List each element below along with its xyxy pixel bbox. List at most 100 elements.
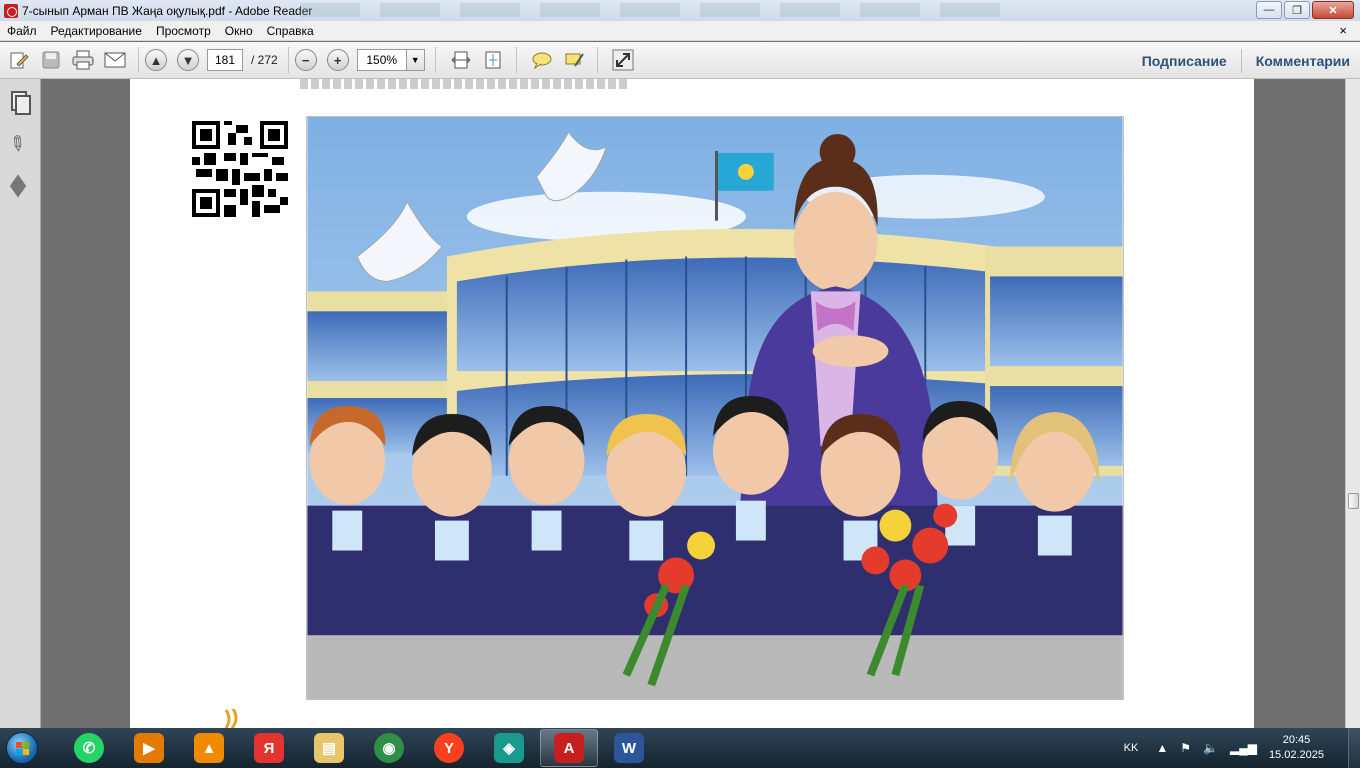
taskbar-vlc[interactable]: ▲ <box>180 729 238 767</box>
document-viewport[interactable] <box>42 79 1345 728</box>
zoom-value: 150% <box>366 53 398 67</box>
next-page-button[interactable]: ▼ <box>177 49 199 71</box>
plus-icon: + <box>333 52 342 68</box>
show-desktop-button[interactable] <box>1348 728 1360 768</box>
clock[interactable]: 20:45 15.02.2025 <box>1269 733 1324 763</box>
previous-page-button[interactable]: ▲ <box>145 49 167 71</box>
link-divider <box>1240 48 1242 73</box>
taskbar-word[interactable]: W <box>600 729 658 767</box>
scrollbar-thumb[interactable] <box>1348 493 1359 509</box>
windows-logo-icon <box>6 732 38 764</box>
restore-button[interactable]: ❐ <box>1284 1 1310 19</box>
adobe-reader-icon: A <box>554 733 584 763</box>
comment-button[interactable] <box>529 47 555 73</box>
edit-document-icon <box>10 52 29 69</box>
fit-width-icon <box>451 51 471 69</box>
highlighter-icon <box>565 53 584 67</box>
taskbar-media-player[interactable]: ▶ <box>120 729 178 767</box>
minimize-button[interactable]: — <box>1256 1 1282 19</box>
toolbar-separator <box>138 47 139 73</box>
highlight-button[interactable] <box>561 47 587 73</box>
chrome-icon: ◉ <box>374 733 404 763</box>
arrow-up-icon: ▲ <box>149 52 163 68</box>
save-button[interactable] <box>38 47 64 73</box>
window-controls: — ❐ ✕ <box>1256 1 1354 19</box>
taskbar-file-explorer[interactable]: ▤ <box>300 729 358 767</box>
audio-icon[interactable] <box>218 709 244 728</box>
toolbar-separator <box>596 47 598 73</box>
taskbar-app-green[interactable]: ◈ <box>480 729 538 767</box>
arrow-down-icon: ▼ <box>181 52 195 68</box>
word-icon: W <box>614 733 644 763</box>
taskbar-whatsapp[interactable]: ✆ <box>60 729 118 767</box>
save-icon <box>42 51 60 69</box>
zoom-select[interactable]: 150% ▼ <box>356 49 425 71</box>
language-indicator[interactable]: KK <box>1124 742 1139 754</box>
zoom-in-button[interactable]: + <box>326 49 349 71</box>
right-panel-links: Подписание Комментарии <box>1142 42 1350 79</box>
taskbar-yandex[interactable]: Y <box>420 729 478 767</box>
sign-link[interactable]: Подписание <box>1142 53 1227 69</box>
window-title: 7-сынып Арман ПВ Жаңа оқулық.pdf - Adobe… <box>22 3 313 18</box>
app-green-icon: ◈ <box>494 733 524 763</box>
page-number-input[interactable]: 181 <box>207 49 243 71</box>
volume-icon[interactable]: 🔈 <box>1203 741 1218 755</box>
navigation-panel: ✎ <box>0 79 41 728</box>
minus-icon: − <box>301 52 310 68</box>
illustration-teacher-and-students <box>306 116 1124 700</box>
page-total: / 272 <box>251 53 278 67</box>
tray-expand-icon[interactable]: ▲ <box>1156 741 1168 755</box>
yandex-icon: Y <box>434 733 464 763</box>
whatsapp-icon: ✆ <box>74 733 104 763</box>
fit-page-button[interactable] <box>480 47 506 73</box>
start-button[interactable] <box>0 728 44 768</box>
taskbar-adobe-reader[interactable]: A <box>540 729 598 767</box>
taskbar-yandex-browser[interactable]: Я <box>240 729 298 767</box>
attachments-icon[interactable]: ✎ <box>3 129 34 158</box>
menu-help[interactable]: Справка <box>260 24 321 38</box>
menu-window[interactable]: Окно <box>218 24 260 38</box>
expand-icon <box>612 49 634 71</box>
document-close-button[interactable]: × <box>1332 23 1354 38</box>
toolbar-separator <box>434 47 436 73</box>
background-window-blur <box>300 3 1000 17</box>
email-button[interactable] <box>102 47 128 73</box>
print-button[interactable] <box>70 47 96 73</box>
close-button[interactable]: ✕ <box>1312 1 1354 19</box>
menu-edit[interactable]: Редактирование <box>44 24 149 38</box>
file-explorer-icon: ▤ <box>314 733 344 763</box>
media-player-icon: ▶ <box>134 733 164 763</box>
create-pdf-button[interactable] <box>6 47 32 73</box>
menu-file[interactable]: Файл <box>0 24 44 38</box>
fullscreen-button[interactable] <box>610 47 636 73</box>
printer-icon <box>72 50 94 70</box>
windows-taskbar: ✆ ▶ ▲ Я ▤ ◉ Y ◈ A W KK ▲ ⚑ 🔈 ▂▄▆ 20:45 15.02.2025 <box>0 728 1360 768</box>
clock-time: 20:45 <box>1282 734 1311 746</box>
speech-bubble-icon <box>532 52 552 70</box>
fit-page-icon <box>485 51 501 69</box>
taskbar-chrome[interactable]: ◉ <box>360 729 418 767</box>
comments-link[interactable]: Комментарии <box>1256 53 1350 69</box>
pdf-page <box>130 79 1254 728</box>
zoom-out-button[interactable]: − <box>294 49 317 71</box>
clock-date: 15.02.2025 <box>1268 749 1324 761</box>
envelope-icon <box>104 52 126 68</box>
yandex-browser-icon: Я <box>254 733 284 763</box>
signal-icon[interactable]: ▂▄▆ <box>1230 741 1257 755</box>
toolbar-separator <box>287 47 289 73</box>
menu-bar: Файл Редактирование Просмотр Окно Справк… <box>0 21 1360 41</box>
adobe-reader-icon <box>4 3 18 18</box>
title-bar: 7-сынып Арман ПВ Жаңа оқулық.pdf - Adobe… <box>0 0 1360 21</box>
page-thumbnails-icon[interactable] <box>9 91 31 115</box>
menu-view[interactable]: Просмотр <box>149 24 218 38</box>
system-tray: KK ▲ ⚑ 🔈 ▂▄▆ 20:45 15.02.2025 <box>1124 728 1360 768</box>
layers-icon[interactable] <box>9 177 29 197</box>
chevron-down-icon[interactable]: ▼ <box>405 50 424 70</box>
vlc-icon: ▲ <box>194 733 224 763</box>
toolbar-separator <box>515 47 517 73</box>
network-error-icon[interactable]: ⚑ <box>1180 741 1191 755</box>
fit-width-button[interactable] <box>448 47 474 73</box>
toolbar: ▲ ▼ 181 / 272 − + 150% ▼ Подписание Комм… <box>0 42 1360 79</box>
qr-code[interactable] <box>192 121 288 217</box>
vertical-scrollbar[interactable] <box>1345 79 1360 728</box>
